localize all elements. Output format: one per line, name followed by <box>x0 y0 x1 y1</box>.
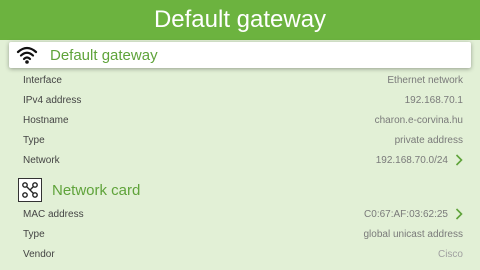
title-bar: Default gateway <box>0 0 480 40</box>
vendor-value: Cisco <box>437 248 463 260</box>
mac-address-label: MAC address <box>23 208 84 220</box>
page-title: Default gateway <box>153 6 327 33</box>
interface-row: Interface Ethernet network <box>23 70 463 90</box>
chevron-right-icon[interactable] <box>455 208 463 220</box>
vendor-row: Vendor Cisco <box>23 244 463 264</box>
ipv4-address-label: IPv4 address <box>23 94 82 106</box>
interface-value: Ethernet network <box>387 74 463 86</box>
network-value: 192.168.70.0/24 <box>375 154 448 166</box>
vendor-label: Vendor <box>23 248 55 260</box>
card-type-label: Type <box>23 228 45 240</box>
gateway-section-title: Default gateway <box>50 46 158 64</box>
interface-label: Interface <box>23 74 62 86</box>
network-value-wrap[interactable]: 192.168.70.0/24 <box>376 154 463 166</box>
hostname-row: Hostname charon.e-corvina.hu <box>23 110 463 130</box>
ipv4-address-value: 192.168.70.1 <box>404 94 463 106</box>
address-type-value: private address <box>394 134 463 146</box>
card-type-row: Type global unicast address <box>23 224 463 244</box>
wifi-icon <box>16 44 38 66</box>
mac-address-value-wrap[interactable]: C0:67:AF:03:62:25 <box>364 208 463 220</box>
network-card-section-title: Network card <box>52 181 141 199</box>
chevron-right-icon[interactable] <box>455 154 463 166</box>
mac-address-value: C0:67:AF:03:62:25 <box>364 208 448 220</box>
network-card-section-header: Network card <box>18 176 458 204</box>
hostname-value: charon.e-corvina.hu <box>374 114 463 126</box>
network-row[interactable]: Network 192.168.70.0/24 <box>23 150 463 170</box>
card-type-value: global unicast address <box>363 228 463 240</box>
network-card-icon <box>18 178 42 202</box>
address-type-row: Type private address <box>23 130 463 150</box>
address-type-label: Type <box>23 134 45 146</box>
mac-address-row[interactable]: MAC address C0:67:AF:03:62:25 <box>23 204 463 224</box>
gateway-section-header: Default gateway <box>9 42 471 68</box>
network-label: Network <box>23 154 60 166</box>
ipv4-address-row: IPv4 address 192.168.70.1 <box>23 90 463 110</box>
hostname-label: Hostname <box>23 114 69 126</box>
